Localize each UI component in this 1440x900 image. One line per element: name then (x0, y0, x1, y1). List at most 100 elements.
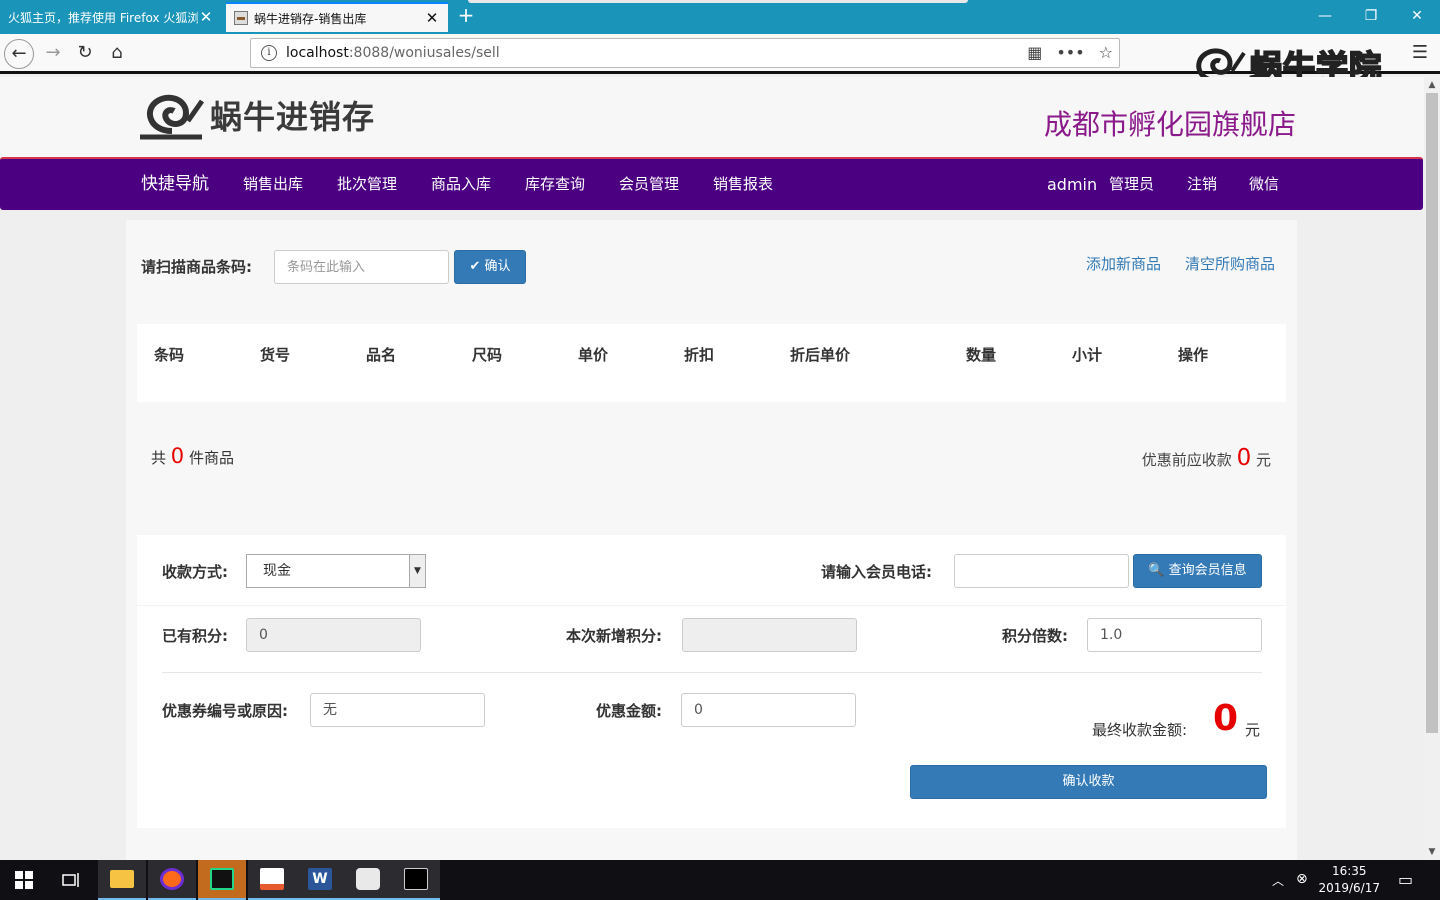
nav-wechat[interactable]: 微信 (1249, 159, 1279, 210)
file-explorer-icon[interactable] (98, 860, 146, 900)
clock-date: 2019/6/17 (1318, 881, 1380, 895)
notification-icon[interactable]: ▭ (1398, 870, 1413, 889)
pre-discount-value: 0 (1236, 445, 1252, 471)
coupon-label: 优惠券编号或原因: (162, 702, 288, 720)
slides-icon[interactable] (248, 860, 296, 900)
scroll-thumb[interactable] (1426, 93, 1438, 733)
nav-role: 管理员 (1109, 175, 1155, 193)
new-points-label: 本次新增积分: (566, 627, 662, 645)
tab-firefox-home[interactable]: 火狐主页，推荐使用 Firefox 火狐浏览 ✕ (0, 2, 222, 32)
word-logo-icon: W (308, 868, 332, 890)
home-icon[interactable]: ⌂ (102, 39, 132, 69)
tab-drag-shadow (468, 0, 968, 3)
logo-text: 蜗牛进销存 (210, 98, 376, 136)
points-label: 已有积分: (162, 627, 228, 645)
firefox-icon[interactable] (148, 860, 196, 900)
th-item-no: 货号 (260, 346, 291, 364)
final-amount-label: 最终收款金额: (1092, 721, 1188, 739)
search-icon: 🔍 (1148, 563, 1165, 578)
slides-logo-icon (260, 868, 284, 890)
scroll-down-icon[interactable]: ▼ (1424, 844, 1440, 860)
th-subtotal: 小计 (1072, 346, 1103, 364)
clock-time: 16:35 (1331, 864, 1367, 878)
close-icon[interactable]: ✕ (198, 9, 214, 25)
nav-item-sell[interactable]: 销售出库 (243, 159, 303, 210)
java-icon[interactable] (344, 860, 392, 900)
nav-brand[interactable]: 快捷导航 (141, 159, 209, 210)
add-new-product-link[interactable]: 添加新商品 (1086, 253, 1161, 274)
reload-icon[interactable]: ↻ (70, 39, 100, 69)
scroll-up-icon[interactable]: ▲ (1424, 77, 1440, 93)
count-value: 0 (170, 444, 185, 468)
th-discounted-price: 折后单价 (790, 346, 851, 364)
info-icon[interactable]: i (261, 45, 277, 61)
folder-icon (110, 870, 134, 888)
final-amount-value: 0 (1213, 698, 1239, 739)
more-icon[interactable]: ••• (1056, 43, 1084, 62)
confirm-barcode-button[interactable]: ✔ 确认 (454, 250, 526, 284)
multiplier-input[interactable]: 1.0 (1087, 618, 1262, 652)
discount-amount-value: 0 (694, 702, 703, 718)
coupon-input[interactable]: 无 (310, 693, 485, 727)
tray-chevron-icon[interactable]: ︿ (1272, 872, 1284, 889)
payment-panel: 收款方式: 现金 ▼ 请输入会员电话: 🔍 查询会员信息 已有积分: 0 本次新… (137, 535, 1286, 828)
qr-icon[interactable]: ▦ (1027, 43, 1042, 62)
back-icon[interactable]: ← (4, 39, 34, 69)
payment-method-label: 收款方式: (162, 563, 228, 581)
th-unit-price: 单价 (578, 346, 609, 364)
minimize-icon[interactable]: — (1302, 0, 1348, 34)
th-discount: 折扣 (684, 346, 715, 364)
discount-amount-input[interactable]: 0 (681, 693, 856, 727)
count-suffix: 件商品 (188, 449, 234, 467)
content-container: 请扫描商品条码: 条码在此输入 ✔ 确认 添加新商品 清空所购商品 条码 货号 … (126, 220, 1297, 860)
forward-icon[interactable]: → (38, 39, 68, 69)
nav-item-reports[interactable]: 销售报表 (713, 159, 773, 210)
taskbar: W ︿ ⊗ 16:35 2019/6/17 ▭ (0, 860, 1440, 900)
menu-icon[interactable]: ☰ (1408, 42, 1432, 66)
barcode-input[interactable]: 条码在此输入 (274, 250, 449, 284)
windows-logo-icon (15, 871, 33, 889)
restore-icon[interactable]: ❐ (1348, 0, 1394, 34)
pycharm-icon[interactable] (198, 860, 246, 900)
count-prefix: 共 (151, 449, 167, 467)
nav-item-inventory[interactable]: 库存查询 (525, 159, 585, 210)
bookmark-icon[interactable]: ☆ (1099, 43, 1113, 62)
nav-logout[interactable]: 注销 (1187, 159, 1217, 210)
confirm-payment-button[interactable]: 确认收款 (910, 765, 1267, 799)
new-tab-button[interactable]: + (455, 4, 477, 28)
nav-item-members[interactable]: 会员管理 (619, 159, 679, 210)
favicon-icon (234, 11, 248, 25)
th-barcode: 条码 (154, 346, 185, 364)
url-path: :8088/woniusales/sell (348, 45, 500, 61)
item-count: 共 0 件商品 (151, 444, 234, 468)
system-clock[interactable]: 16:35 2019/6/17 (1318, 863, 1380, 897)
clear-cart-link[interactable]: 清空所购商品 (1185, 253, 1275, 274)
nav-user[interactable]: admin (1047, 159, 1097, 210)
payment-method-select[interactable]: 现金 ▼ (246, 554, 426, 588)
network-status-icon[interactable]: ⊗ (1296, 871, 1308, 887)
close-icon[interactable]: ✕ (424, 10, 440, 26)
window-close-icon[interactable]: ✕ (1394, 0, 1440, 34)
nav-item-batch[interactable]: 批次管理 (337, 159, 397, 210)
site-logo[interactable]: 蜗牛进销存 (136, 87, 375, 143)
member-phone-input[interactable] (954, 554, 1129, 588)
firefox-logo-icon (160, 868, 184, 890)
th-name: 品名 (366, 346, 397, 364)
tab-title: 蜗牛进销存-销售出库 (254, 11, 367, 26)
main-navigation: 快捷导航 销售出库 批次管理 商品入库 库存查询 会员管理 销售报表 admin… (0, 157, 1423, 210)
url-bar[interactable]: i localhost:8088/woniusales/sell ▦ ••• ☆ (250, 38, 1120, 68)
site-header: 蜗牛进销存 成都市孵化园旗舰店 (0, 77, 1424, 157)
terminal-icon[interactable] (392, 860, 440, 900)
task-view-icon[interactable] (48, 860, 96, 900)
discount-amount-label: 优惠金额: (596, 702, 662, 720)
tab-sell[interactable]: 蜗牛进销存-销售出库 ✕ (226, 2, 448, 32)
url-host: localhost (286, 45, 349, 61)
points-field: 0 (246, 618, 421, 652)
query-member-button[interactable]: 🔍 查询会员信息 (1133, 554, 1262, 588)
start-icon[interactable] (0, 860, 48, 900)
th-size: 尺码 (472, 346, 503, 364)
page-scrollbar[interactable]: ▲ ▼ (1424, 77, 1440, 860)
word-icon[interactable]: W (296, 860, 344, 900)
multiplier-value: 1.0 (1100, 627, 1123, 643)
nav-item-stock-in[interactable]: 商品入库 (431, 159, 491, 210)
